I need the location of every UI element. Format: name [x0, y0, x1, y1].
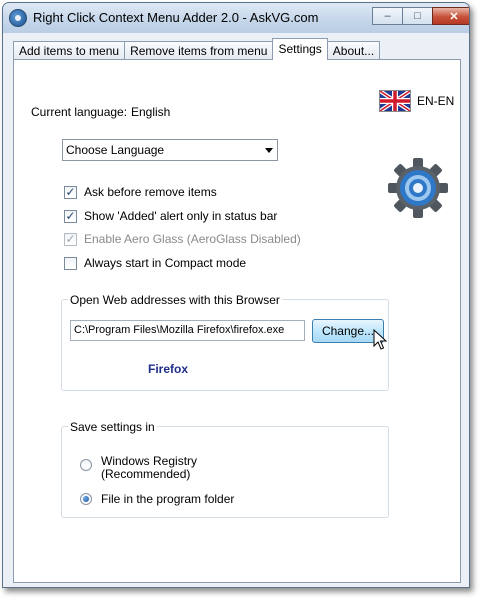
browser-group	[61, 299, 389, 391]
close-button[interactable]: ✕	[432, 7, 469, 25]
settings-panel: Current language: English EN-EN Choose L…	[13, 59, 461, 583]
client-area: Add items to menu Remove items from menu…	[9, 33, 463, 585]
maximize-button[interactable]: □	[402, 7, 433, 25]
tab-remove-items[interactable]: Remove items from menu	[124, 41, 274, 60]
radio-label-registry: Windows Registry (Recommended)	[101, 455, 197, 481]
mouse-cursor-icon	[373, 328, 388, 351]
radio-windows-registry[interactable]	[80, 459, 92, 471]
uk-flag-icon	[379, 90, 411, 112]
option-added-alert[interactable]: ✓ Show 'Added' alert only in status bar	[64, 209, 277, 223]
option-aero-glass: ✓ Enable Aero Glass (AeroGlass Disabled)	[64, 232, 301, 246]
current-language-value: English	[131, 105, 171, 119]
tab-add-items[interactable]: Add items to menu	[13, 41, 126, 60]
language-code: EN-EN	[417, 94, 455, 108]
save-group-title: Save settings in	[68, 420, 157, 434]
window-title: Right Click Context Menu Adder 2.0 - Ask…	[33, 10, 319, 25]
title-bar[interactable]: Right Click Context Menu Adder 2.0 - Ask…	[3, 3, 469, 33]
tab-settings[interactable]: Settings	[272, 38, 328, 60]
radio-label-program-folder: File in the program folder	[101, 492, 235, 506]
language-combo-value: Choose Language	[66, 143, 165, 157]
checkbox-added-alert[interactable]: ✓	[64, 209, 77, 223]
gear-icon	[386, 156, 450, 220]
option-ask-before-remove[interactable]: ✓ Ask before remove items	[64, 185, 217, 199]
radio-row-registry[interactable]: Windows Registry (Recommended)	[80, 455, 197, 481]
checkbox-aero-glass: ✓	[64, 231, 77, 246]
radio-program-folder[interactable]	[80, 493, 92, 505]
current-language-label: Current language:	[31, 105, 128, 119]
minimize-button[interactable]: –	[372, 7, 403, 25]
browser-name: Firefox	[148, 362, 189, 376]
option-label: Show 'Added' alert only in status bar	[84, 209, 278, 223]
browser-path-field[interactable]: C:\Program Files\Mozilla Firefox\firefox…	[70, 320, 305, 341]
language-combo[interactable]: Choose Language	[62, 139, 278, 161]
option-label: Always start in Compact mode	[84, 256, 247, 270]
browser-group-title: Open Web addresses with this Browser	[68, 293, 282, 307]
option-label: Ask before remove items	[84, 185, 217, 199]
registry-label-line1: Windows Registry	[101, 454, 198, 468]
app-window: Right Click Context Menu Adder 2.0 - Ask…	[2, 2, 470, 588]
dropdown-arrow-icon[interactable]	[265, 148, 273, 153]
checkbox-compact-mode[interactable]	[64, 256, 77, 270]
registry-label-line2: (Recommended)	[101, 467, 191, 481]
app-icon[interactable]	[9, 9, 27, 27]
caption-buttons: – □ ✕	[372, 7, 469, 25]
tab-about[interactable]: About...	[326, 41, 381, 60]
radio-row-program-folder[interactable]: File in the program folder	[80, 492, 234, 506]
option-compact-mode[interactable]: Always start in Compact mode	[64, 256, 246, 270]
option-label: Enable Aero Glass (AeroGlass Disabled)	[84, 232, 301, 246]
tab-strip: Add items to menu Remove items from menu…	[13, 38, 381, 60]
checkbox-ask-before-remove[interactable]: ✓	[64, 185, 77, 199]
